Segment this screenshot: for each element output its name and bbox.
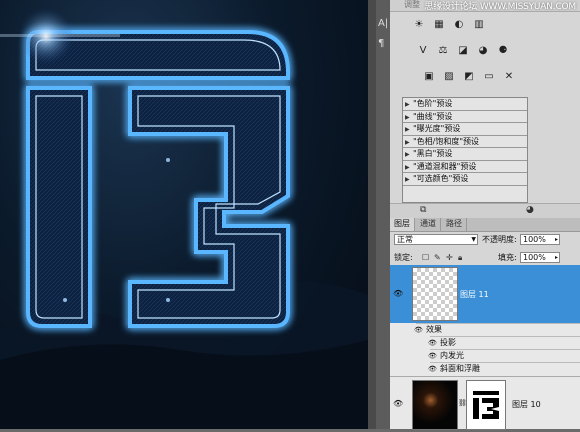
effects-header[interactable]: 👁︎ 效果 <box>414 323 580 337</box>
opacity-input[interactable]: 100% ▸ <box>520 234 560 245</box>
fill-label: 填充: <box>498 253 517 262</box>
watermark-text: 思缘设计论坛 WWW.MISSYUAN.COM <box>424 2 576 12</box>
effect-visibility-icon[interactable]: 👁︎ <box>414 324 423 336</box>
lock-row: 锁定: ☐ ✎ ✛ 🔒︎ 填充: 100% ▸ <box>390 251 580 265</box>
visibility-eye-icon[interactable]: 👁︎ <box>393 399 403 408</box>
toggle-visibility-icon[interactable]: ◕ <box>526 205 534 215</box>
adjustments-header: 调整 思缘设计论坛 WWW.MISSYUAN.COM <box>390 0 580 12</box>
adjustment-presets-list: ▶ "色阶"预设 ▶ "曲线"预设 ▶ "曝光度"预设 ▶ "色相/饱和度"预设 ▶ "黑… <box>402 97 528 203</box>
adjustment-icons-row-2: ▣ ▨ ◩ ▭ ✕ <box>420 68 570 88</box>
selective-color-icon[interactable]: ✕ <box>500 68 518 84</box>
layers-panel-tabs: 图层 通道 路径 <box>390 218 580 232</box>
preset-item[interactable]: ▶ "曝光度"预设 <box>403 123 527 136</box>
effect-row[interactable]: 👁︎ 投影 <box>428 336 580 350</box>
blend-row: 正常 ▼ 不透明度: 100% ▸ <box>390 233 580 249</box>
gradient-map-icon[interactable]: ▭ <box>480 68 498 84</box>
preset-item[interactable]: ▶ "曲线"预设 <box>403 111 527 123</box>
chevron-down-icon: ▼ <box>471 236 476 243</box>
adjustment-icons-row-0: ☀ ▦ ◐ ▥ <box>410 16 560 36</box>
lock-pixels-icon[interactable]: ✎ <box>434 253 441 262</box>
effect-visibility-icon[interactable]: 👁︎ <box>428 337 437 349</box>
opacity-label: 不透明度: <box>482 235 517 244</box>
layer-row-selected[interactable]: 👁︎ 图层 11 <box>390 265 580 323</box>
layer-name[interactable]: 图层 10 <box>512 399 541 410</box>
balance-icon[interactable]: ⚖ <box>434 42 452 58</box>
lock-label: 锁定: <box>394 253 413 262</box>
preset-item[interactable]: ▶ "可选颜色"预设 <box>403 173 527 186</box>
channel-mixer-icon[interactable]: ⚈ <box>494 42 512 58</box>
preset-item[interactable]: ▶ "黑白"预设 <box>403 148 527 161</box>
effect-row[interactable]: 👁︎ 内发光 <box>428 349 580 363</box>
tab-layers[interactable]: 图层 <box>390 218 415 231</box>
layer-mask-thumbnail[interactable] <box>466 380 506 430</box>
neon-artwork <box>0 8 368 429</box>
lock-position-icon[interactable]: ✛ <box>446 253 453 262</box>
side-tool-strip: A| ¶ <box>376 0 390 429</box>
document-canvas[interactable] <box>0 0 368 429</box>
panel-divider[interactable] <box>368 0 376 429</box>
adjustment-icons-row-1: V ⚖ ◪ ◕ ⚈ <box>414 42 564 62</box>
chevron-right-icon: ▸ <box>554 236 558 243</box>
preset-item[interactable]: ▶ "通道混和器"预设 <box>403 161 527 173</box>
lock-all-icon[interactable]: 🔒︎ <box>458 253 462 263</box>
blend-mode-select[interactable]: 正常 ▼ <box>394 234 478 245</box>
levels-histogram-icon[interactable]: ▥ <box>470 16 488 32</box>
levels-icon[interactable]: V <box>414 42 432 58</box>
preset-item[interactable]: ▶ "色相/饱和度"预设 <box>403 136 527 148</box>
layer-name[interactable]: 图层 11 <box>460 289 489 300</box>
visibility-eye-icon[interactable]: 👁︎ <box>393 289 403 298</box>
layer-thumbnail <box>412 380 458 430</box>
lock-transparency-icon[interactable]: ☐ <box>422 253 429 262</box>
chevron-right-icon: ▸ <box>554 254 558 261</box>
tab-paths[interactable]: 路径 <box>442 218 467 231</box>
adjustments-title: 调整 <box>404 0 420 9</box>
mask-glyph <box>473 391 499 419</box>
curves-icon[interactable]: ▦ <box>430 16 448 32</box>
tab-channels[interactable]: 通道 <box>416 218 441 231</box>
right-panels: 调整 思缘设计论坛 WWW.MISSYUAN.COM V ⚖ ◪ ◕ ⚈ ☀ ▦… <box>390 0 580 430</box>
photo-filter-icon[interactable]: ◕ <box>474 42 492 58</box>
threshold-icon[interactable]: ◩ <box>460 68 478 84</box>
effect-visibility-icon[interactable]: 👁︎ <box>428 363 437 375</box>
layers-list: 👁︎ 图层 11 👁︎ 效果 👁︎ 投影 👁︎ 内发光 👁︎ 斜面和浮雕 👁︎ … <box>390 265 580 430</box>
effect-visibility-icon[interactable]: 👁︎ <box>428 350 437 362</box>
invert-icon[interactable]: ▣ <box>420 68 438 84</box>
layer-row[interactable]: 👁︎ ⛓︎ 图层 10 <box>390 376 580 430</box>
clip-to-layer-icon[interactable]: ⧉ <box>420 205 426 215</box>
preset-item[interactable]: ▶ "色阶"预设 <box>403 98 527 111</box>
layer-thumbnail <box>412 267 458 321</box>
posterize-icon[interactable]: ▨ <box>440 68 458 84</box>
adjustments-footer: ⧉ ◕ <box>390 203 580 218</box>
paragraph-panel-icon[interactable]: ¶ <box>378 38 384 50</box>
character-panel-icon[interactable]: A| <box>378 18 388 30</box>
exposure-icon[interactable]: ◐ <box>450 16 468 32</box>
effect-row[interactable]: 👁︎ 斜面和浮雕 <box>428 362 580 376</box>
brightness-icon[interactable]: ☀ <box>410 16 428 32</box>
black-white-icon[interactable]: ◪ <box>454 42 472 58</box>
fill-input[interactable]: 100% ▸ <box>520 252 560 263</box>
